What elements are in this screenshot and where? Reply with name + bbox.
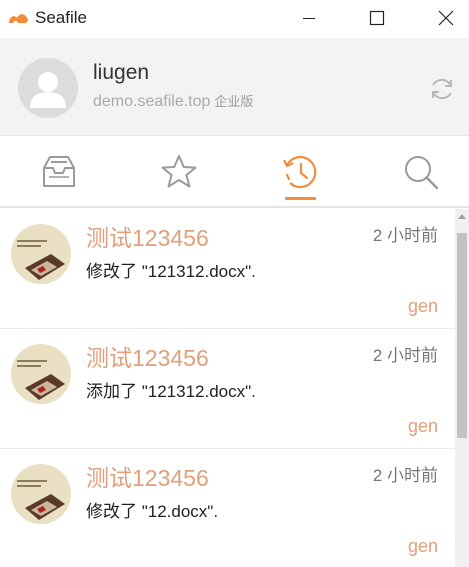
library-thumbnail (11, 224, 71, 284)
edition-label: 企业版 (214, 94, 254, 109)
tab-bar (0, 137, 469, 208)
server-line: demo.seafile.top 企业版 (93, 91, 253, 113)
username: liugen (93, 61, 150, 84)
activity-user: gen (407, 296, 438, 316)
library-thumbnail (11, 344, 71, 404)
activity-list: 测试123456 2 小时前 修改了 "121312.docx". gen 测试… (0, 209, 455, 567)
close-button[interactable] (423, 0, 469, 35)
search-icon (404, 155, 438, 189)
default-avatar-icon (18, 58, 78, 118)
close-icon (438, 10, 454, 25)
tab-search[interactable] (362, 137, 469, 206)
activity-time: 2 小时前 (372, 466, 438, 485)
avatar[interactable] (18, 58, 78, 118)
tab-libraries[interactable] (0, 137, 117, 206)
tab-activity[interactable] (241, 137, 358, 206)
tab-starred[interactable] (120, 137, 237, 206)
server-address: demo.seafile.top (93, 93, 211, 110)
activity-item[interactable]: 测试123456 2 小时前 修改了 "121312.docx". gen (0, 209, 455, 329)
activity-time: 2 小时前 (372, 226, 438, 245)
chevron-up-icon (458, 214, 466, 219)
minimize-icon (303, 17, 315, 19)
vertical-scrollbar[interactable] (455, 209, 469, 567)
refresh-icon (432, 78, 452, 100)
activity-item[interactable]: 测试123456 2 小时前 修改了 "12.docx". gen (0, 449, 455, 567)
history-icon (282, 155, 316, 188)
scroll-up-button[interactable] (455, 209, 469, 223)
app-title: Seafile (35, 8, 87, 27)
refresh-button[interactable] (427, 74, 457, 104)
inbox-icon (42, 155, 75, 187)
activity-library-name[interactable]: 测试123456 (86, 223, 209, 253)
seafile-logo-icon (9, 14, 29, 23)
title-bar: Seafile (0, 0, 469, 37)
activity-description: 修改了 "121312.docx". (86, 262, 256, 281)
maximize-icon (369, 10, 385, 25)
activity-time: 2 小时前 (372, 346, 438, 365)
activity-item[interactable]: 测试123456 2 小时前 添加了 "121312.docx". gen (0, 329, 455, 449)
star-icon (161, 154, 196, 187)
activity-description: 修改了 "12.docx". (86, 502, 219, 521)
account-header: liugen demo.seafile.top 企业版 (0, 38, 469, 136)
minimize-button[interactable] (286, 0, 332, 35)
activity-library-name[interactable]: 测试123456 (86, 343, 209, 373)
activity-user: gen (407, 536, 438, 556)
maximize-button[interactable] (354, 0, 400, 35)
active-tab-indicator (285, 197, 316, 200)
scrollbar-thumb[interactable] (457, 233, 467, 438)
library-thumbnail (11, 464, 71, 524)
activity-library-name[interactable]: 测试123456 (86, 463, 209, 493)
activity-description: 添加了 "121312.docx". (86, 382, 256, 401)
activity-user: gen (407, 416, 438, 436)
